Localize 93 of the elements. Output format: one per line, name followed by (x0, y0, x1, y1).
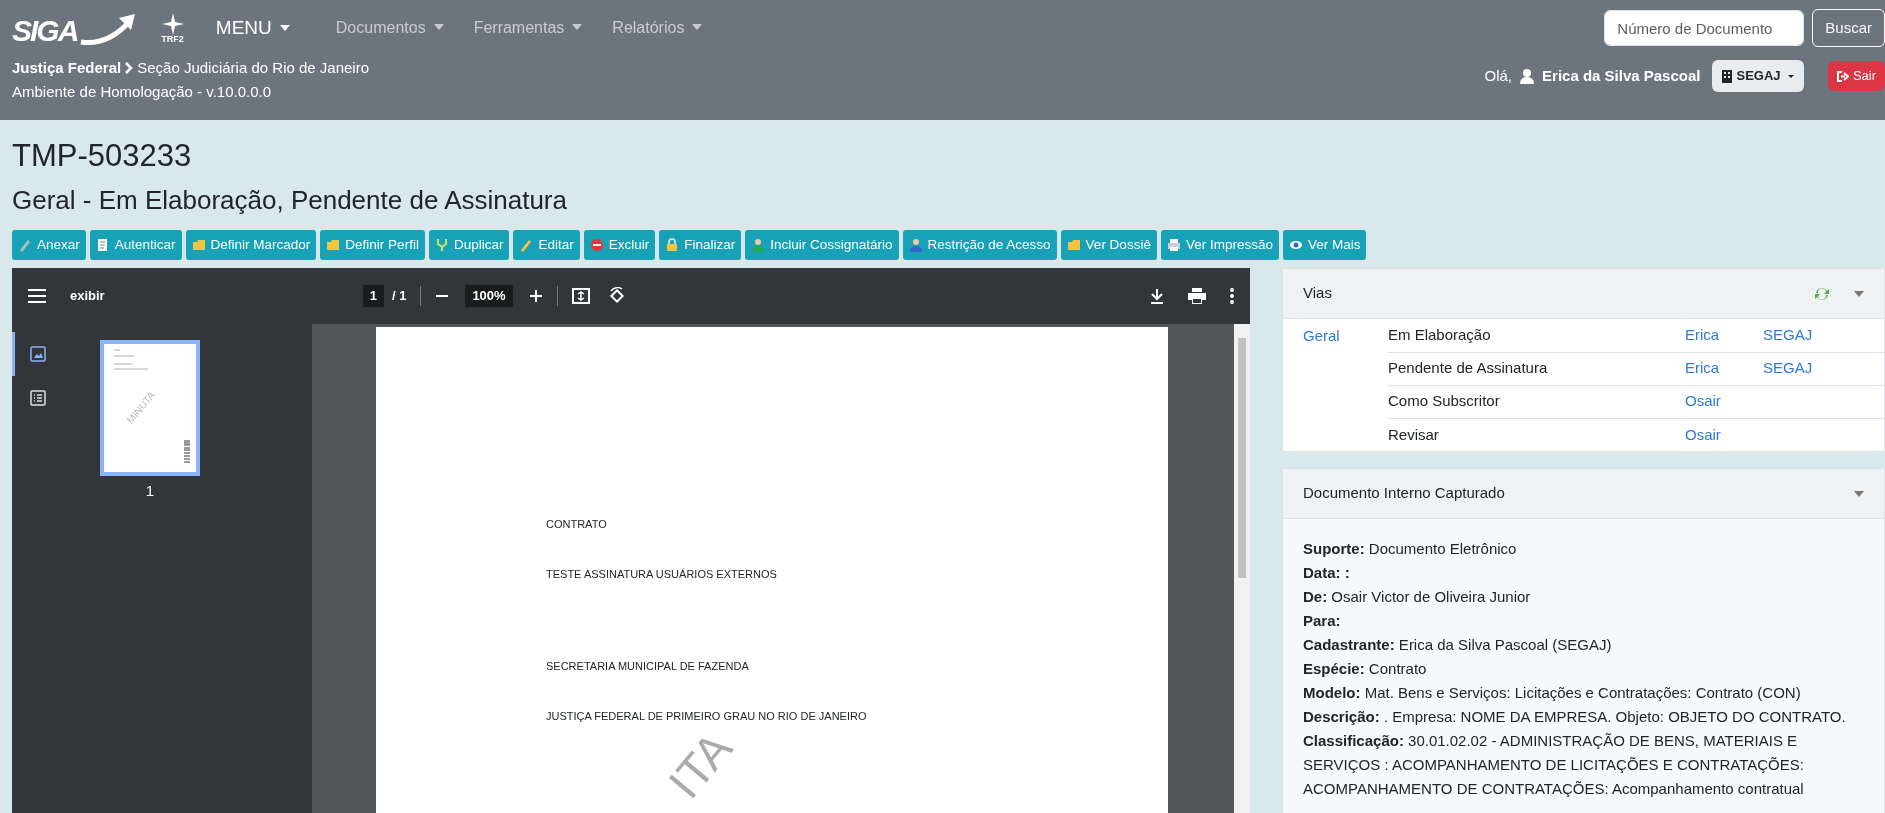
caret-down-icon[interactable] (1854, 490, 1864, 497)
field-text: Descrição: . Empresa: NOME DA EMPRESA. Objeto: OBJETO DO CONTRATO. (1303, 707, 1847, 727)
rotate-icon[interactable] (607, 287, 626, 305)
document-text: SECRETARIA MUNICIPAL DE FAZENDA (546, 659, 750, 673)
star-emblem-icon (161, 12, 184, 35)
field-text: Classificação: 30.01.02.02 - ADMINISTRAÇÃO DE BENS, MATERIAIS E SERVIÇOS : ACOMPANHAMENTO DE LICITAÇÕES E CONTRATAÇÕES: ACOMPANHAMENTO DE CONTRATAÇÕES: Acompanhamento contratual (1303, 731, 1805, 799)
field-text: Data: : (1303, 563, 1351, 583)
fit-page-icon[interactable] (571, 288, 590, 304)
action-button[interactable]: Finalizar (659, 230, 742, 260)
action-button[interactable]: Excluir (583, 230, 656, 260)
group-link[interactable]: Geral (1303, 327, 1340, 344)
document-text: CONTRATO (546, 517, 608, 531)
field-text: Espécie: Contrato (1303, 659, 1428, 679)
page-number-field[interactable]: 1 (362, 285, 384, 307)
action-button[interactable]: Definir Marcador (185, 230, 317, 260)
zoom-in-icon[interactable] (528, 289, 543, 303)
printer-icon (1166, 238, 1181, 252)
menu-dropdown[interactable]: MENU (207, 13, 298, 43)
field-text: Suporte: Documento Eletrônico (1303, 539, 1518, 559)
field-text: Modelo: Mat. Bens e Serviços: Licitações e Contratações: Contrato (CON) (1303, 683, 1802, 703)
action-button[interactable]: Anexar (12, 230, 86, 260)
table-cell: Pendente de Assinatura (1388, 352, 1685, 385)
logout-button[interactable]: Sair (1827, 61, 1885, 91)
watermark-text: ITA (660, 724, 740, 806)
chevron-icon (125, 62, 134, 74)
menu-dropdown[interactable]: Relatórios (604, 16, 711, 40)
download-icon[interactable] (1150, 288, 1164, 304)
image-icon (30, 346, 46, 362)
environment-label: Ambiente de Homologação - v.10.0.0.0 (12, 83, 272, 100)
card-title: Vias (1303, 283, 1332, 304)
menu-dropdown[interactable]: Documentos (327, 16, 452, 40)
unit-link[interactable]: SEGAJ (1763, 359, 1813, 377)
zoom-level-field[interactable]: 100% (465, 285, 513, 307)
viewer-title: exibir (70, 287, 105, 306)
org-logo-text: TRF2 (161, 34, 184, 44)
pencil-icon (18, 238, 32, 252)
search-button[interactable]: Buscar (1812, 9, 1885, 47)
unit-dropdown[interactable]: SEGAJ (1712, 60, 1804, 92)
folder-icon (326, 238, 341, 252)
user-icon (1520, 68, 1535, 84)
person-link[interactable]: Erica (1685, 359, 1720, 377)
action-button[interactable]: Autenticar (89, 230, 182, 260)
table-cell: Em Elaboração (1388, 319, 1685, 352)
print-icon[interactable] (1188, 288, 1206, 304)
table-cell: Como Subscritor (1388, 385, 1685, 418)
search-field[interactable]: Número de Documento (1604, 10, 1805, 46)
more-options-icon[interactable] (1230, 288, 1234, 304)
action-button[interactable]: Ver Mais (1282, 230, 1367, 260)
table-cell: Revisar (1388, 418, 1685, 451)
logo-text: SIGA (12, 16, 78, 46)
action-button[interactable]: Ver Impressão (1160, 230, 1279, 260)
user-name: Erica da Silva Pascoal (1542, 66, 1701, 86)
action-button[interactable]: Incluir Cossignatário (745, 230, 899, 260)
no-entry-icon (589, 238, 604, 252)
action-button[interactable]: Restrição de Acesso (902, 230, 1057, 260)
barcode-drawing (184, 440, 190, 464)
building-icon (1722, 69, 1733, 83)
menu-icon[interactable] (28, 289, 46, 303)
fork-icon (434, 238, 449, 252)
page-count: / 1 (391, 287, 407, 306)
field-text: Cadastrante: Erica da Silva Pascoal (SEGAJ) (1303, 635, 1613, 655)
list-icon (30, 390, 46, 406)
person-icon (908, 238, 923, 252)
folder-icon (191, 238, 206, 252)
folder-icon (1066, 238, 1081, 252)
document-status: Geral - Em Elaboração, Pendente de Assinatura (12, 184, 568, 217)
greeting-text: Olá, (1484, 66, 1513, 86)
breadcrumb-item: Seção Judiciária do Rio de Janeiro (137, 58, 370, 78)
scrollbar[interactable] (1234, 324, 1250, 813)
sign-out-icon (1836, 70, 1849, 82)
pencil-icon (519, 238, 534, 252)
thumbnail-label: 1 (145, 481, 155, 501)
person-link[interactable]: Osair (1685, 392, 1721, 410)
eye-icon (1288, 238, 1303, 252)
padlock-icon (665, 238, 680, 252)
action-button[interactable]: Ver Dossiê (1060, 230, 1157, 260)
person-icon (751, 238, 766, 252)
action-button[interactable]: Editar (513, 230, 580, 260)
document-icon (95, 238, 110, 252)
menu-dropdown[interactable]: Ferramentas (465, 16, 591, 40)
person-link[interactable]: Osair (1685, 425, 1721, 443)
action-button[interactable]: Duplicar (428, 230, 510, 260)
breadcrumb-item: Justiça Federal (12, 58, 122, 78)
document-text: TESTE ASSINATURA USUÁRIOS EXTERNOS (546, 567, 778, 581)
caret-down-icon[interactable] (1854, 290, 1864, 297)
document-text: JUSTIÇA FEDERAL DE PRIMEIRO GRAU NO RIO DE JANEIRO (546, 709, 868, 723)
field-text: Para: (1303, 611, 1342, 631)
document-code: TMP-503233 (12, 137, 193, 175)
field-text: De: Osair Victor de Oliveira Junior (1303, 587, 1532, 607)
person-link[interactable]: Erica (1685, 326, 1720, 343)
card-title: Documento Interno Capturado (1303, 483, 1505, 504)
action-button[interactable]: Definir Perfil (320, 230, 425, 260)
unit-link[interactable]: SEGAJ (1763, 326, 1813, 343)
